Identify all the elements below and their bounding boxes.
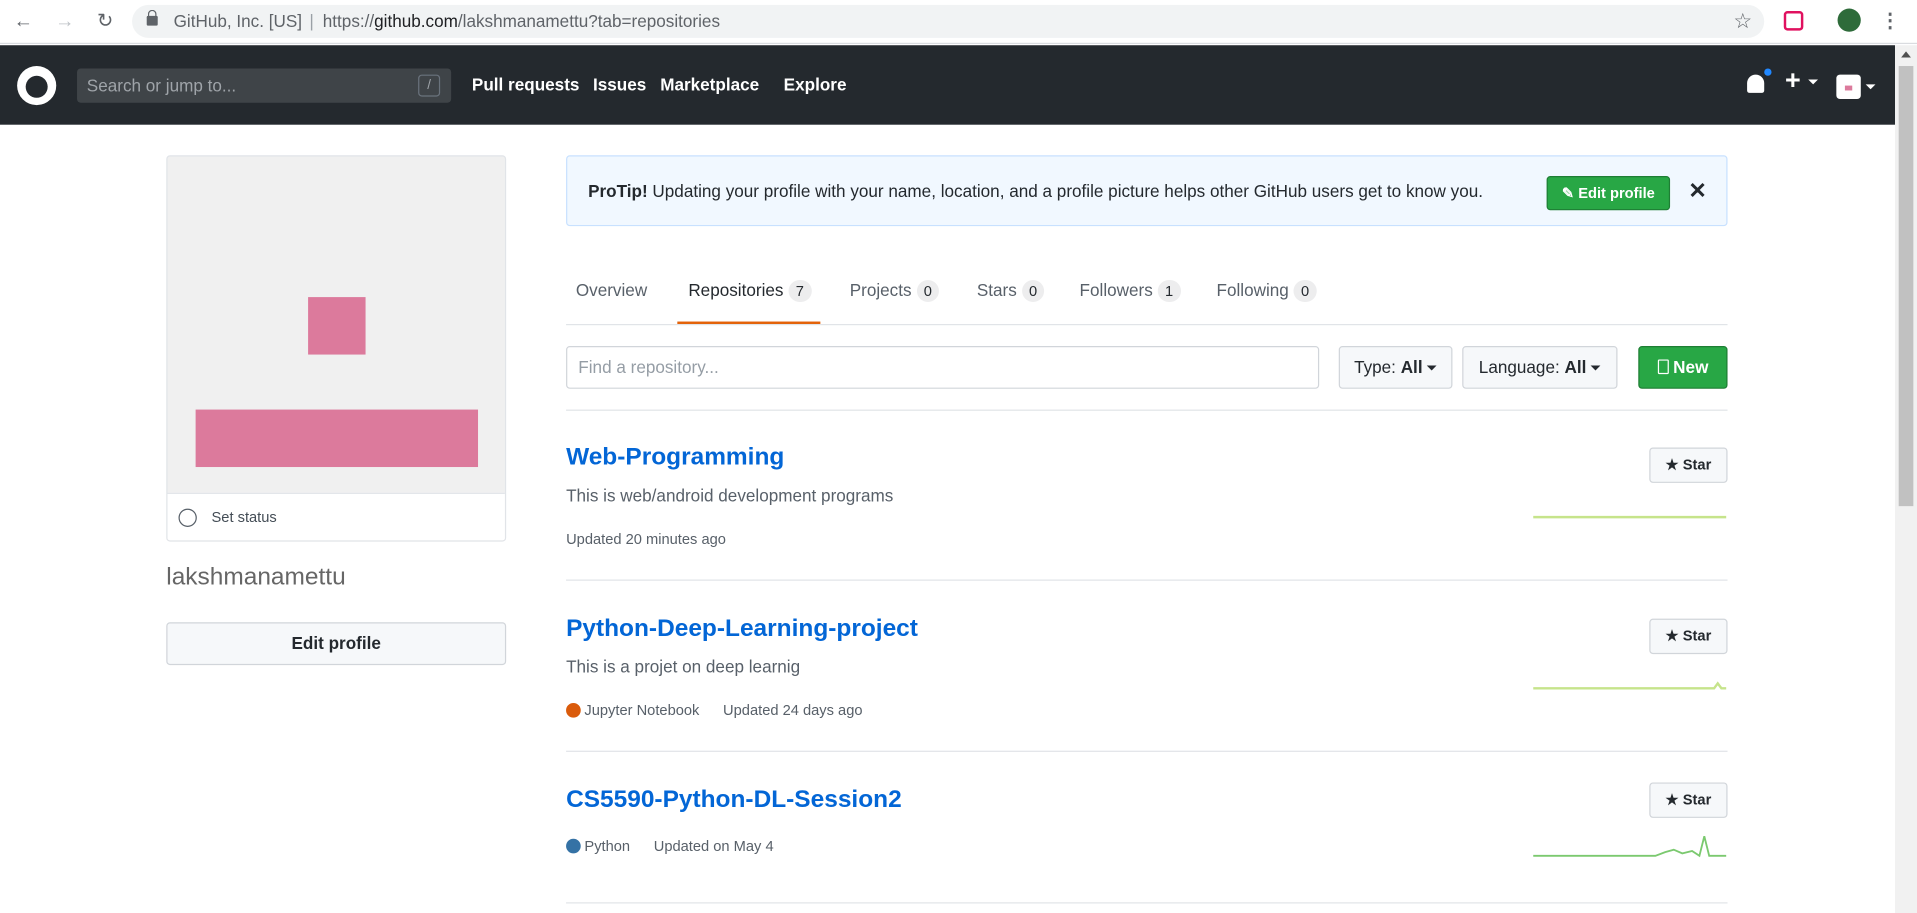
scrollbar-thumb[interactable] (1898, 66, 1914, 507)
user-menu-caret-icon[interactable] (1865, 84, 1876, 90)
language-color-dot (566, 702, 581, 718)
tab-overview[interactable]: Overview (576, 280, 647, 300)
github-header: Search or jump to... / Pull requests Iss… (0, 45, 1896, 125)
list-divider (566, 409, 1728, 411)
notifications-bell-icon[interactable] (1747, 67, 1773, 93)
browser-toolbar: ← → ↻ GitHub, Inc. [US] | https://github… (0, 0, 1917, 45)
find-repository-input[interactable]: Find a repository... (566, 345, 1320, 389)
repo-book-icon (1657, 359, 1669, 375)
language-color-dot (566, 838, 581, 854)
star-button[interactable]: ★ Star (1649, 447, 1728, 483)
nav-marketplace[interactable]: Marketplace (660, 75, 759, 95)
tab-counter: 1 (1157, 279, 1181, 302)
star-icon: ★ (1665, 456, 1679, 474)
protip-edit-profile-button[interactable]: ✎ Edit profile (1546, 176, 1671, 211)
repo-language: Python (584, 837, 631, 855)
repo-meta-row: Python Updated on May 4 (566, 837, 774, 855)
scrollbar[interactable] (1895, 45, 1917, 913)
protip-label: ProTip! (588, 180, 648, 201)
site-identity: GitHub, Inc. [US] (173, 11, 303, 31)
tab-counter: 0 (1021, 279, 1045, 302)
scroll-up-arrow-icon (1901, 51, 1911, 58)
profile-avatar-icon[interactable] (1837, 8, 1861, 32)
star-button[interactable]: ★ Star (1649, 782, 1728, 818)
set-status-button[interactable]: Set status (167, 492, 505, 541)
list-divider (566, 902, 1728, 904)
reload-icon[interactable]: ↻ (93, 10, 117, 34)
tab-repositories[interactable]: Repositories 7 (688, 279, 812, 302)
user-avatar[interactable] (1836, 74, 1861, 100)
repo-link[interactable]: Python-Deep-Learning-project (566, 615, 918, 643)
repo-updated: Updated on May 4 (653, 837, 774, 855)
list-divider (566, 750, 1728, 752)
edit-profile-button[interactable]: Edit profile (166, 622, 507, 666)
identicon-block (195, 409, 479, 468)
repo-updated: Updated 24 days ago (723, 701, 863, 719)
protip-edit-profile-label: Edit profile (1578, 184, 1655, 202)
star-icon: ★ (1665, 627, 1679, 645)
repo-link[interactable]: Web-Programming (566, 444, 784, 472)
language-filter-dropdown[interactable]: Language: All (1462, 345, 1618, 389)
repo-description: This is a projet on deep learnig (566, 656, 801, 677)
close-icon[interactable]: ✕ (1688, 178, 1706, 204)
chevron-down-icon (1591, 365, 1601, 371)
activity-sparkline (1533, 836, 1727, 858)
lock-icon (146, 9, 158, 26)
list-divider (566, 579, 1728, 581)
tab-counter: 7 (788, 279, 812, 302)
forward-arrow-icon[interactable]: → (53, 10, 77, 34)
back-arrow-icon[interactable]: ← (11, 10, 35, 34)
new-repository-button[interactable]: New (1638, 345, 1728, 389)
tab-counter: 0 (916, 279, 940, 302)
address-bar[interactable]: GitHub, Inc. [US] | https://github.com/l… (132, 4, 1765, 38)
pencil-icon: ✎ (1561, 184, 1575, 202)
repo-meta-row: Jupyter Notebook Updated 24 days ago (566, 701, 863, 719)
unread-indicator (1762, 67, 1773, 78)
identicon-block (308, 297, 366, 355)
activity-sparkline (1533, 681, 1727, 690)
tab-stars[interactable]: Stars 0 (977, 279, 1045, 302)
tab-counter: 0 (1293, 279, 1317, 302)
nav-pull-requests[interactable]: Pull requests (472, 75, 579, 95)
set-status-label: Set status (211, 508, 277, 526)
tabs-border (566, 323, 1728, 326)
star-icon: ★ (1665, 791, 1679, 809)
new-button-label: New (1673, 356, 1709, 377)
chevron-down-icon (1427, 365, 1438, 371)
nav-issues[interactable]: Issues (593, 75, 646, 95)
pocket-extension-icon[interactable] (1783, 11, 1804, 31)
repo-updated: Updated 20 minutes ago (566, 530, 726, 548)
bookmark-star-icon[interactable]: ☆ (1733, 5, 1752, 38)
separator: | (309, 11, 314, 31)
type-filter-dropdown[interactable]: Type: All (1338, 345, 1453, 389)
username: lakshmanamettu (166, 563, 346, 591)
create-new-menu[interactable]: + (1785, 65, 1818, 97)
shortcut-hint: / (418, 74, 441, 97)
search-input[interactable]: Search or jump to... / (77, 68, 452, 103)
repo-language: Jupyter Notebook (584, 701, 700, 719)
repo-description: This is web/android development programs (566, 485, 894, 505)
smiley-icon (178, 508, 197, 527)
tab-projects[interactable]: Projects 0 (850, 279, 940, 302)
repo-link[interactable]: CS5590-Python-DL-Session2 (566, 786, 902, 814)
kebab-menu-icon[interactable]: ⋮ (1878, 10, 1902, 34)
activity-sparkline (1533, 515, 1727, 519)
tab-followers[interactable]: Followers 1 (1080, 279, 1181, 302)
url-text: https://github.com/lakshmanamettu?tab=re… (322, 11, 721, 31)
profile-avatar[interactable]: Set status (166, 155, 507, 542)
tab-following[interactable]: Following 0 (1216, 279, 1317, 302)
selected-tab-indicator (677, 321, 821, 324)
protip-text: Updating your profile with your name, lo… (647, 180, 1484, 201)
nav-explore[interactable]: Explore (784, 75, 847, 95)
github-logo-icon[interactable] (17, 66, 57, 106)
star-button[interactable]: ★ Star (1649, 618, 1728, 655)
